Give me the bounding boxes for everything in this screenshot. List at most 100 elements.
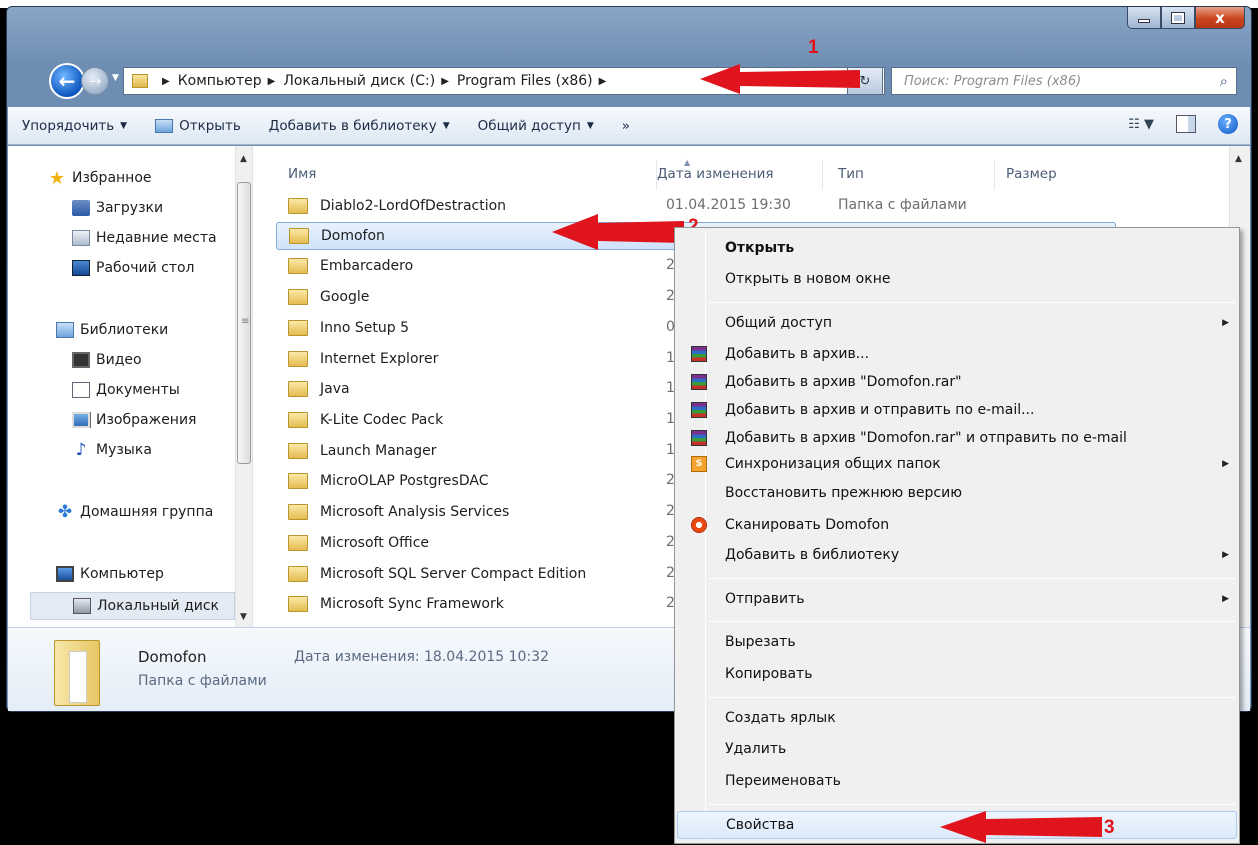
breadcrumb-computer[interactable]: Компьютер bbox=[178, 73, 262, 89]
file-name: Microsoft SQL Server Compact Edition bbox=[320, 566, 587, 582]
music-note-icon: ♪ bbox=[75, 442, 87, 458]
nav-favorites[interactable]: ★ Избранное bbox=[48, 170, 152, 186]
local-disk-icon bbox=[73, 598, 91, 614]
nav-homegroup[interactable]: ✤ Домашняя группа bbox=[56, 504, 235, 520]
scroll-up-arrow-icon[interactable]: ▲ bbox=[240, 154, 247, 164]
scroll-up-arrow-icon[interactable]: ▲ bbox=[1235, 154, 1242, 164]
menu-create-shortcut[interactable]: Создать ярлык bbox=[677, 704, 1237, 732]
close-button[interactable]: x bbox=[1195, 7, 1245, 29]
search-icon[interactable]: ⌕ bbox=[1220, 72, 1228, 90]
nav-recent-places[interactable]: Недавние места bbox=[72, 230, 235, 246]
nav-desktop-label: Рабочий стол bbox=[96, 260, 195, 276]
nav-images[interactable]: Изображения bbox=[72, 412, 196, 428]
change-view-button[interactable]: ☷ ▼ bbox=[1128, 116, 1154, 132]
add-to-library-button[interactable]: Добавить в библиотеку ▼ bbox=[255, 118, 464, 134]
column-name[interactable]: Имя bbox=[288, 166, 316, 182]
menu-restore[interactable]: Восстановить прежнюю версию bbox=[677, 479, 1237, 507]
nav-favorites-label: Избранное bbox=[72, 170, 152, 186]
nav-video[interactable]: Видео bbox=[72, 352, 142, 368]
scrollbar-grip-icon: ≡ bbox=[241, 316, 250, 327]
file-name: Microsoft Analysis Services bbox=[320, 504, 510, 520]
breadcrumb-local-disk[interactable]: Локальный диск (C:) bbox=[283, 73, 435, 89]
menu-add-archive-rar[interactable]: Добавить в архив "Domofon.rar" bbox=[677, 368, 1237, 396]
menu-scan[interactable]: Сканировать Domofon bbox=[677, 511, 1237, 539]
nav-downloads[interactable]: Загрузки bbox=[72, 200, 163, 216]
share-button[interactable]: Общий доступ ▼ bbox=[464, 118, 608, 134]
maximize-button[interactable] bbox=[1161, 7, 1195, 29]
details-name: Domofon bbox=[138, 648, 207, 666]
column-type[interactable]: Тип bbox=[838, 166, 864, 182]
open-button[interactable]: Открыть bbox=[141, 118, 255, 134]
nav-video-label: Видео bbox=[96, 352, 142, 368]
menu-delete[interactable]: Удалить bbox=[677, 735, 1237, 763]
menu-delete-label: Удалить bbox=[725, 741, 787, 757]
homegroup-icon: ✤ bbox=[57, 504, 73, 520]
menu-cut[interactable]: Вырезать bbox=[677, 628, 1237, 656]
breadcrumb-program-files[interactable]: Program Files (x86) bbox=[457, 73, 593, 89]
breadcrumb-arrow-icon[interactable]: ▶ bbox=[162, 76, 170, 87]
file-row[interactable]: Microsoft SQL Server Compact Edition bbox=[276, 560, 666, 588]
nav-music[interactable]: ♪ Музыка bbox=[72, 442, 152, 458]
folder-icon bbox=[288, 351, 308, 367]
column-headers: ▲ Имя Дата изменения Тип Размер bbox=[254, 158, 1229, 190]
menu-sync[interactable]: S Синхронизация общих папок ▶ bbox=[677, 450, 1237, 478]
menu-open[interactable]: Открыть bbox=[677, 234, 1237, 262]
column-size[interactable]: Размер bbox=[1006, 166, 1057, 182]
breadcrumb-arrow-icon[interactable]: ▶ bbox=[268, 76, 276, 87]
forward-button[interactable]: → bbox=[81, 67, 109, 95]
nav-libraries[interactable]: Библиотеки bbox=[56, 322, 168, 338]
menu-add-archive-rar-email[interactable]: Добавить в архив "Domofon.rar" и отправи… bbox=[677, 424, 1237, 452]
file-row[interactable]: Microsoft Office bbox=[276, 529, 666, 557]
menu-add-archive-email[interactable]: Добавить в архив и отправить по e-mail..… bbox=[677, 396, 1237, 424]
column-date[interactable]: Дата изменения bbox=[657, 166, 774, 182]
winrar-icon bbox=[691, 430, 707, 446]
file-row[interactable]: Microsoft Analysis Services bbox=[276, 498, 666, 526]
menu-rename[interactable]: Переименовать bbox=[677, 767, 1237, 795]
column-separator[interactable] bbox=[822, 160, 823, 190]
recent-pages-dropdown[interactable]: ▼ bbox=[112, 73, 119, 83]
file-row[interactable]: Java bbox=[276, 375, 666, 403]
breadcrumb-arrow-icon[interactable]: ▶ bbox=[599, 76, 607, 87]
folder-icon bbox=[288, 504, 308, 520]
context-menu: Открыть Открыть в новом окне Общий досту… bbox=[674, 227, 1240, 844]
file-row[interactable]: Embarcadero bbox=[276, 252, 666, 280]
menu-send-to[interactable]: Отправить ▶ bbox=[677, 585, 1237, 613]
back-button[interactable]: ← bbox=[49, 63, 85, 99]
minimize-button[interactable] bbox=[1127, 7, 1161, 29]
nav-desktop[interactable]: Рабочий стол bbox=[72, 260, 195, 276]
menu-share[interactable]: Общий доступ ▶ bbox=[677, 309, 1237, 337]
refresh-icon: ↻ bbox=[859, 73, 871, 89]
file-name: Java bbox=[320, 381, 350, 397]
winrar-icon bbox=[691, 374, 707, 390]
nav-computer[interactable]: Компьютер bbox=[56, 566, 164, 582]
menu-restore-label: Восстановить прежнюю версию bbox=[725, 485, 962, 501]
menu-open-new-window[interactable]: Открыть в новом окне bbox=[677, 265, 1237, 293]
organize-button[interactable]: Упорядочить ▼ bbox=[8, 118, 141, 134]
file-row[interactable]: Google bbox=[276, 283, 666, 311]
menu-cut-label: Вырезать bbox=[725, 634, 796, 650]
file-row[interactable]: Inno Setup 5 bbox=[276, 314, 666, 342]
column-separator[interactable] bbox=[994, 160, 995, 190]
menu-separator bbox=[709, 302, 1235, 303]
file-row[interactable]: Internet Explorer bbox=[276, 345, 666, 373]
more-commands-button[interactable]: » bbox=[608, 118, 644, 134]
documents-library-icon bbox=[72, 382, 90, 398]
menu-copy[interactable]: Копировать bbox=[677, 660, 1237, 688]
nav-documents[interactable]: Документы bbox=[72, 382, 180, 398]
nav-local-disk[interactable]: Локальный диск bbox=[30, 592, 235, 620]
file-row[interactable]: Launch Manager bbox=[276, 437, 666, 465]
preview-pane-button[interactable] bbox=[1176, 115, 1196, 133]
folder-icon bbox=[288, 566, 308, 582]
menu-add-archive[interactable]: Добавить в архив... bbox=[677, 340, 1237, 368]
folder-icon bbox=[288, 412, 308, 428]
nav-music-label: Музыка bbox=[96, 442, 152, 458]
menu-add-library[interactable]: Добавить в библиотеку ▶ bbox=[677, 541, 1237, 569]
file-row[interactable]: Microsoft Sync Framework bbox=[276, 590, 666, 618]
help-icon[interactable]: ? bbox=[1218, 114, 1238, 134]
search-input[interactable]: Поиск: Program Files (x86) ⌕ bbox=[891, 67, 1237, 95]
menu-create-shortcut-label: Создать ярлык bbox=[725, 710, 836, 726]
file-row[interactable]: MicroOLAP PostgresDAC bbox=[276, 467, 666, 495]
scroll-down-arrow-icon[interactable]: ▼ bbox=[240, 612, 247, 622]
breadcrumb-arrow-icon[interactable]: ▶ bbox=[441, 76, 449, 87]
file-row[interactable]: K-Lite Codec Pack bbox=[276, 406, 666, 434]
